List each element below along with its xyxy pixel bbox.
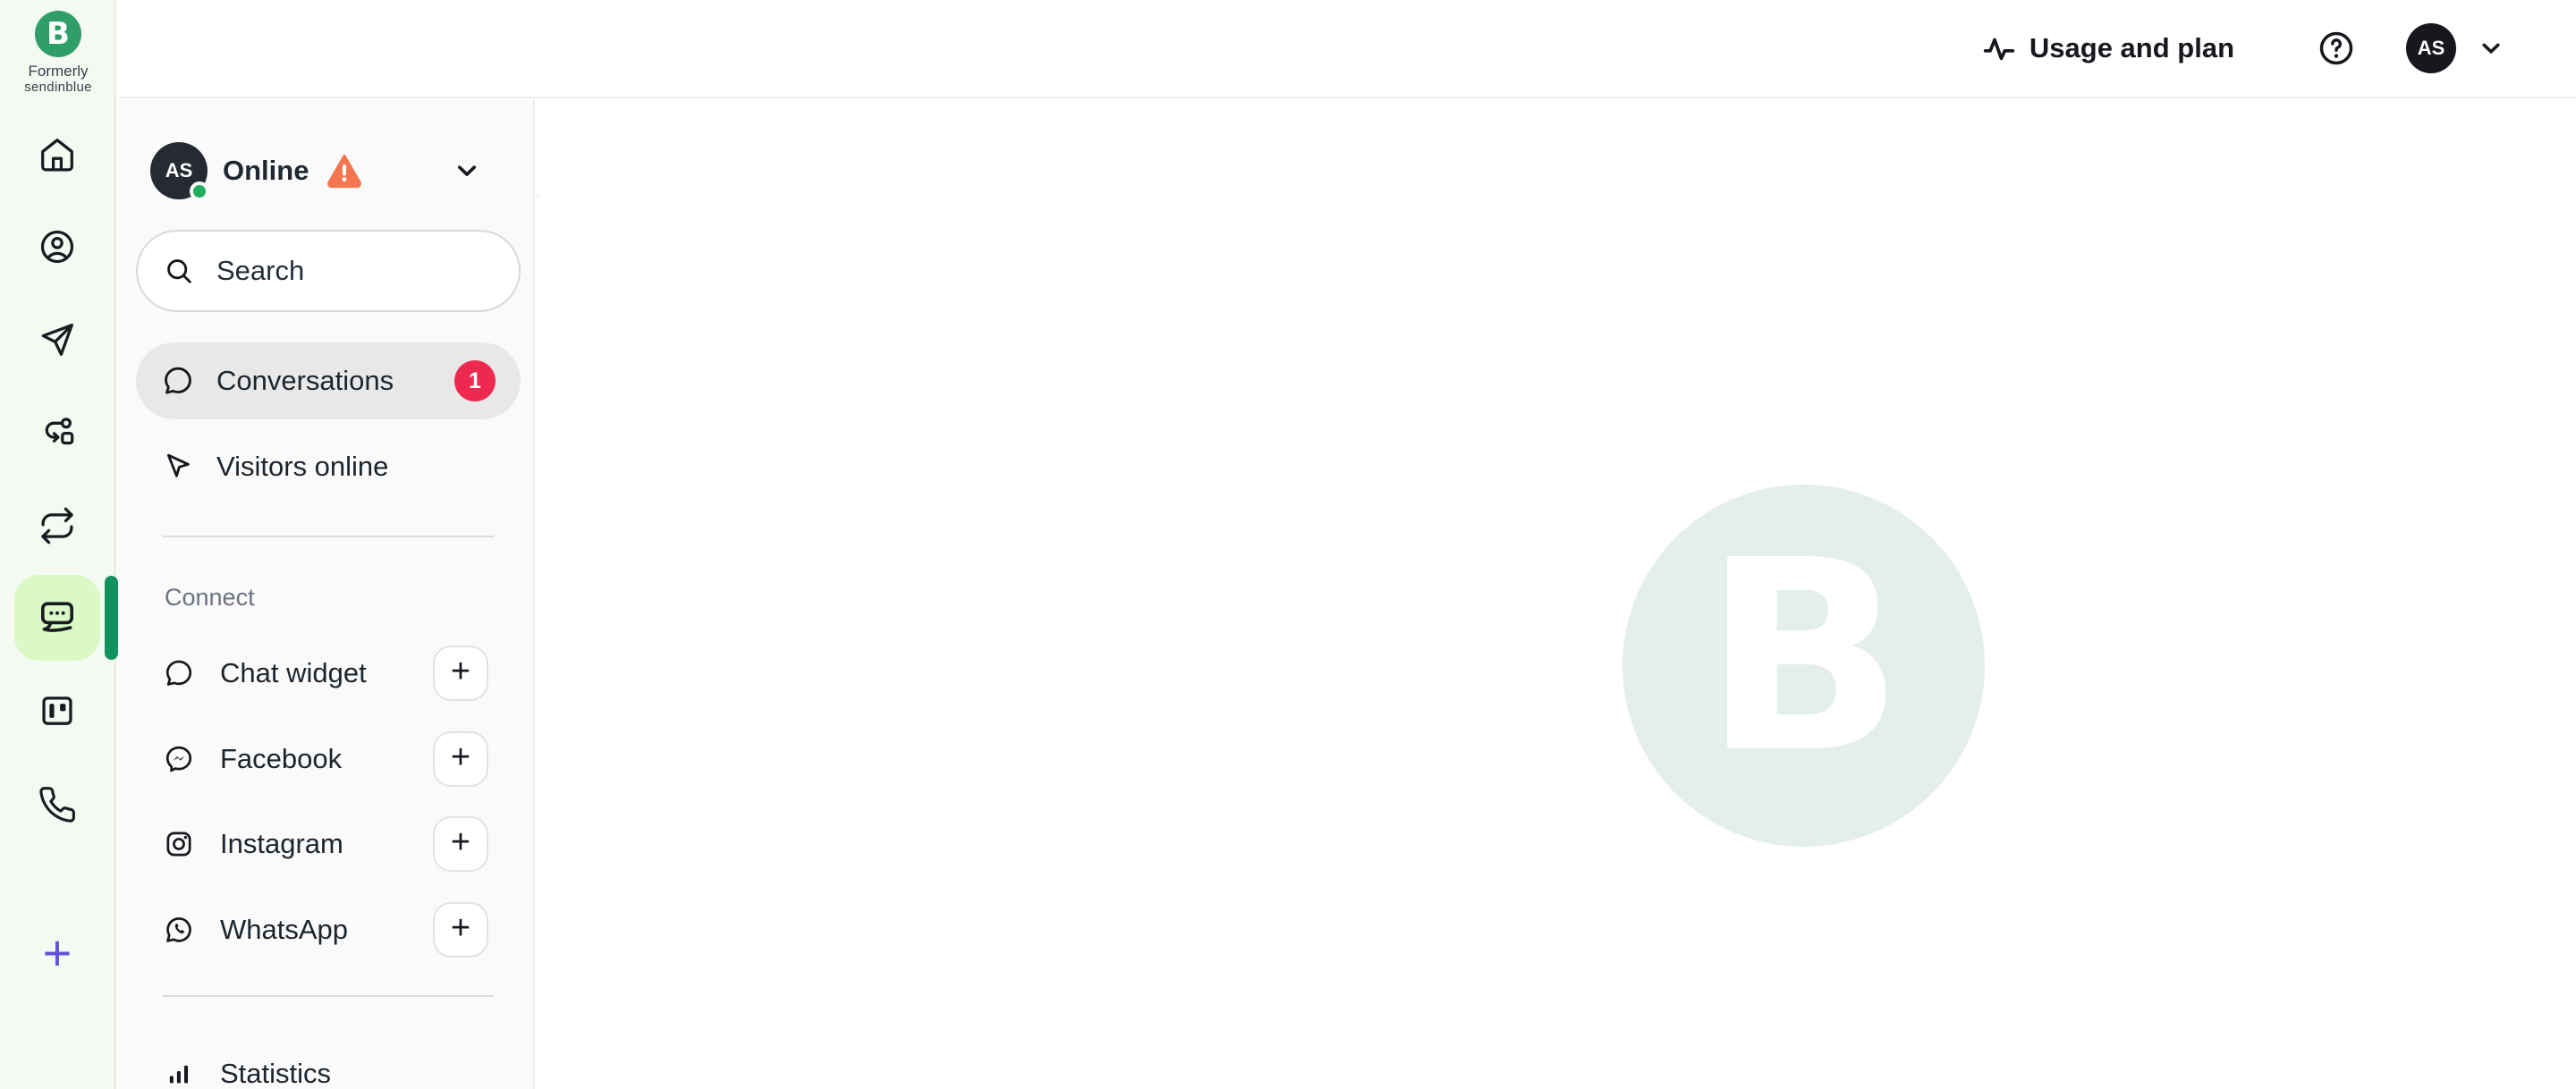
connect-section-title: Connect bbox=[165, 584, 255, 612]
channel-row-instagram[interactable]: Instagram + bbox=[118, 806, 533, 882]
agent-status-label: Online bbox=[223, 155, 309, 187]
pulse-icon bbox=[1981, 30, 2017, 66]
chat-widget-label: Chat widget bbox=[220, 657, 367, 689]
rail-item-contacts[interactable] bbox=[14, 204, 100, 290]
add-chat-widget-button[interactable]: + bbox=[433, 646, 488, 701]
search-input[interactable] bbox=[216, 255, 485, 287]
add-facebook-button[interactable]: + bbox=[433, 731, 488, 787]
plus-icon: + bbox=[43, 924, 72, 981]
help-icon bbox=[2317, 29, 2356, 68]
online-status-dot bbox=[190, 182, 209, 201]
brand-watermark: B bbox=[1623, 485, 1985, 847]
instagram-icon bbox=[163, 828, 195, 860]
cursor-icon bbox=[161, 450, 195, 484]
topbar: Usage and plan AS bbox=[118, 0, 2576, 98]
account-avatar-initials: AS bbox=[2418, 37, 2445, 60]
rail-add-button[interactable]: + bbox=[43, 928, 72, 978]
chat-bubble-icon bbox=[161, 364, 195, 398]
statistics-label: Statistics bbox=[220, 1058, 331, 1089]
home-icon bbox=[37, 134, 78, 175]
brand-logo-icon: B bbox=[35, 11, 81, 57]
sidebar-item-conversations[interactable]: Conversations 1 bbox=[136, 342, 521, 419]
conversations-label: Conversations bbox=[216, 365, 394, 397]
search-icon bbox=[163, 255, 195, 287]
help-button[interactable] bbox=[2317, 29, 2356, 68]
search-field[interactable] bbox=[136, 230, 521, 312]
channel-row-whatsapp[interactable]: WhatsApp + bbox=[118, 891, 533, 968]
account-menu-button[interactable] bbox=[2476, 33, 2506, 63]
chat-widget-icon bbox=[163, 657, 195, 689]
agent-status-dropdown[interactable]: AS Online bbox=[118, 130, 533, 212]
add-whatsapp-button[interactable]: + bbox=[433, 902, 488, 958]
brand-tagline-line2: sendinblue bbox=[0, 80, 116, 95]
sidebar-item-statistics[interactable]: Statistics bbox=[118, 1035, 533, 1089]
conversations-badge: 1 bbox=[454, 360, 496, 401]
rail-item-campaigns[interactable] bbox=[14, 297, 100, 383]
automation-flow-icon bbox=[37, 413, 78, 454]
inbox-sidebar: AS Online Conversations 1 bbox=[118, 100, 535, 1089]
rail-item-conversations[interactable] bbox=[14, 575, 100, 661]
conversations-chat-icon bbox=[36, 596, 79, 639]
rail-active-indicator bbox=[105, 576, 118, 660]
rail-item-phone[interactable] bbox=[14, 762, 100, 848]
brevo-conversations-app: B Formerly sendinblue bbox=[0, 0, 2576, 1089]
facebook-messenger-icon bbox=[163, 743, 195, 775]
channel-row-chat-widget[interactable]: Chat widget + bbox=[118, 635, 533, 712]
facebook-label: Facebook bbox=[220, 743, 342, 775]
add-instagram-button[interactable]: + bbox=[433, 816, 488, 872]
whatsapp-icon bbox=[163, 914, 195, 946]
rail-item-home[interactable] bbox=[14, 112, 100, 198]
bar-chart-icon bbox=[163, 1058, 195, 1089]
status-chevron-down-icon bbox=[451, 155, 483, 187]
brand-tagline-line1: Formerly bbox=[0, 63, 116, 80]
brand-letter: B bbox=[47, 16, 70, 52]
rail-item-automations[interactable] bbox=[14, 391, 100, 477]
app-rail: B Formerly sendinblue bbox=[0, 0, 116, 1089]
warning-triangle-icon bbox=[323, 150, 366, 191]
usage-and-plan-button[interactable]: Usage and plan bbox=[1981, 30, 2234, 66]
sidebar-divider-top bbox=[163, 536, 494, 537]
usage-and-plan-label: Usage and plan bbox=[2029, 32, 2234, 64]
agent-avatar-initials: AS bbox=[165, 159, 193, 182]
watermark-letter: B bbox=[1703, 526, 1904, 806]
repeat-icon bbox=[37, 505, 78, 546]
paper-plane-icon bbox=[37, 319, 78, 360]
whatsapp-label: WhatsApp bbox=[220, 914, 348, 946]
rail-item-transactional[interactable] bbox=[14, 483, 100, 569]
sidebar-item-visitors-online[interactable]: Visitors online bbox=[136, 428, 521, 505]
visitors-online-label: Visitors online bbox=[216, 451, 388, 483]
phone-icon bbox=[38, 785, 77, 824]
sidebar-divider-bottom bbox=[163, 995, 494, 997]
board-icon bbox=[37, 690, 78, 731]
rail-item-meetings[interactable] bbox=[14, 668, 100, 754]
brand-logo: B Formerly sendinblue bbox=[0, 11, 116, 95]
contacts-icon bbox=[37, 226, 78, 267]
main-content-area: B bbox=[538, 100, 2576, 1089]
instagram-label: Instagram bbox=[220, 828, 343, 860]
chevron-down-icon bbox=[2476, 33, 2506, 63]
account-avatar[interactable]: AS bbox=[2406, 23, 2456, 73]
channel-row-facebook[interactable]: Facebook + bbox=[118, 721, 533, 798]
agent-avatar: AS bbox=[150, 142, 208, 199]
